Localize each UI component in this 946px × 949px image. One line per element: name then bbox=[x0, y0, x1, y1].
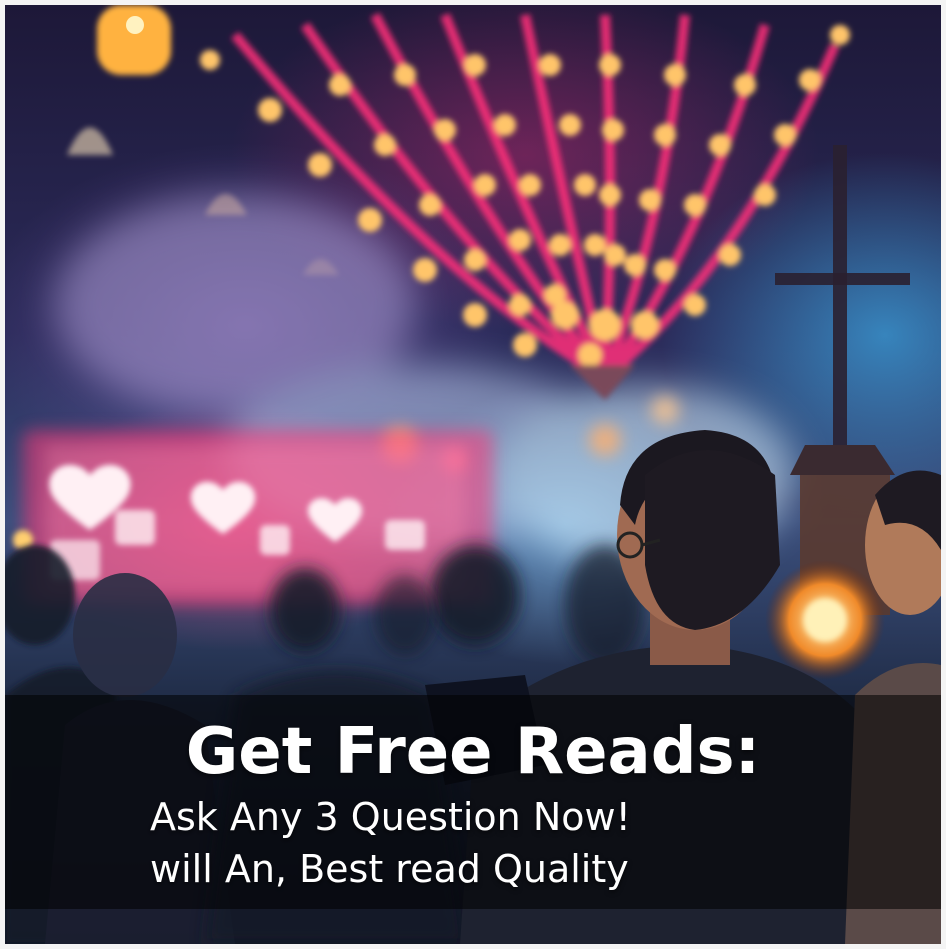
glowing-orb-lamp bbox=[765, 560, 885, 680]
headline: Get Free Reads: bbox=[185, 715, 761, 789]
photo-frame: Get Free Reads: Ask Any 3 Question Now! … bbox=[5, 5, 941, 944]
neon-heart-sign bbox=[13, 430, 493, 605]
subline-quality: will An, Best read Quality bbox=[150, 847, 629, 891]
subline-ask-questions: Ask Any 3 Question Now! bbox=[150, 795, 631, 839]
